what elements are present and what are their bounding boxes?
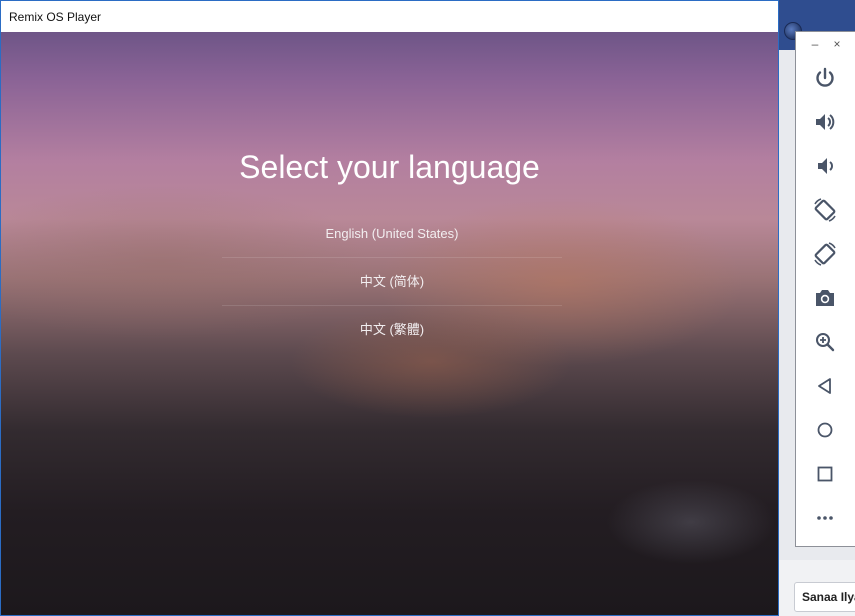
more-icon[interactable]: [810, 503, 840, 533]
toolbar-header: – ×: [796, 32, 855, 58]
player-window: Remix OS Player Select your language Eng…: [0, 0, 779, 616]
page-title: Select your language: [239, 149, 540, 185]
zoom-in-icon[interactable]: [810, 327, 840, 357]
language-option-chinese-simplified[interactable]: 中文 (简体): [222, 258, 562, 306]
volume-up-icon[interactable]: [810, 107, 840, 137]
player-control-toolbar: – ×: [795, 31, 855, 547]
toolbar-minimize-button[interactable]: –: [807, 36, 823, 52]
language-option-chinese-traditional[interactable]: 中文 (繁體): [222, 306, 562, 354]
volume-down-icon[interactable]: [810, 151, 840, 181]
title-bar[interactable]: Remix OS Player: [1, 1, 778, 32]
window-title: Remix OS Player: [9, 10, 102, 24]
language-list: English (United States) 中文 (简体) 中文 (繁體): [222, 210, 562, 354]
android-screen: Select your language English (United Sta…: [1, 32, 778, 615]
recents-icon[interactable]: [810, 459, 840, 489]
user-chip[interactable]: Sanaa Ilyas: [794, 582, 855, 612]
camera-icon[interactable]: [810, 283, 840, 313]
toolbar-close-button[interactable]: ×: [829, 36, 845, 52]
home-icon[interactable]: [810, 415, 840, 445]
rotate-left-icon[interactable]: [810, 195, 840, 225]
language-option-english-us[interactable]: English (United States): [222, 210, 562, 258]
back-icon[interactable]: [810, 371, 840, 401]
power-icon[interactable]: [810, 63, 840, 93]
rotate-right-icon[interactable]: [810, 239, 840, 269]
language-setup: Select your language English (United Sta…: [1, 32, 778, 615]
